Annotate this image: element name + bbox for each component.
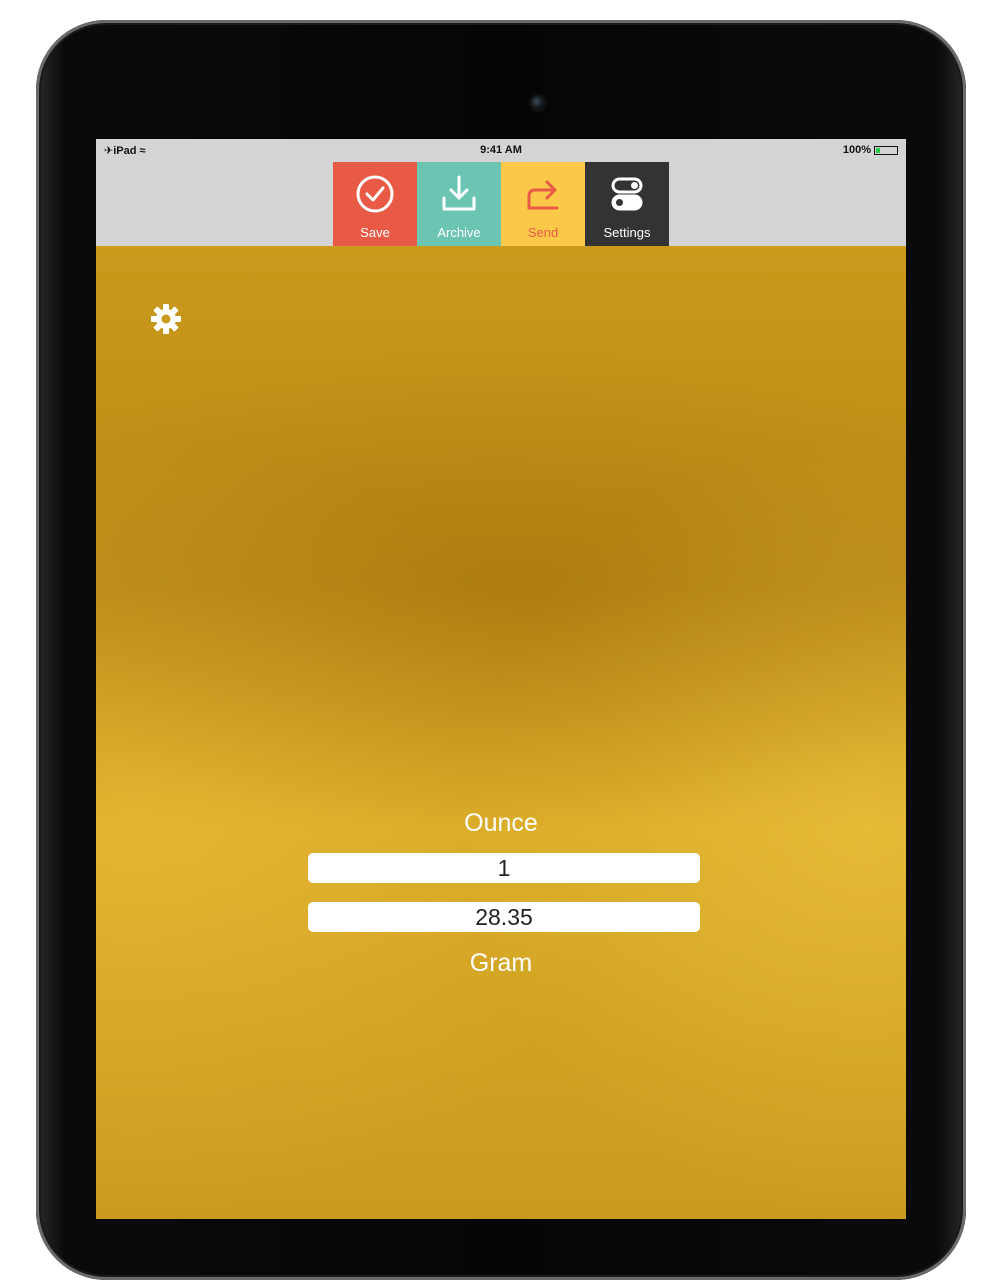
action-toolbar: Save Archive Send Settings [333,162,669,246]
download-tray-icon [442,175,476,211]
front-camera [531,96,545,110]
send-label: Send [527,225,559,240]
toggle-switches-icon [611,177,643,211]
battery-fill [876,147,880,153]
archive-button[interactable]: Archive [417,162,501,246]
status-time: 9:41 AM [480,144,522,156]
save-label: Save [360,225,390,240]
converter-panel: Ounce Gram [96,246,906,1219]
settings-button[interactable]: Settings [585,162,669,246]
to-value-input[interactable] [308,902,700,932]
from-unit-label[interactable]: Ounce [96,809,906,838]
checkmark-circle-icon [356,175,394,213]
battery-icon [874,145,898,155]
status-bar: ✈iPad ≈ 9:41 AM 100% [96,139,906,162]
status-battery: 100% [843,144,898,156]
to-unit-label[interactable]: Gram [96,949,906,978]
share-arrow-icon [527,180,559,210]
from-value-input[interactable] [308,853,700,883]
gear-icon[interactable] [149,302,183,336]
settings-label: Settings [603,225,651,240]
archive-label: Archive [437,225,481,240]
send-button[interactable]: Send [501,162,585,246]
app-screen: ✈iPad ≈ 9:41 AM 100% Save Archive Send S… [96,139,906,1219]
battery-percent: 100% [842,144,871,156]
save-button[interactable]: Save [333,162,417,246]
